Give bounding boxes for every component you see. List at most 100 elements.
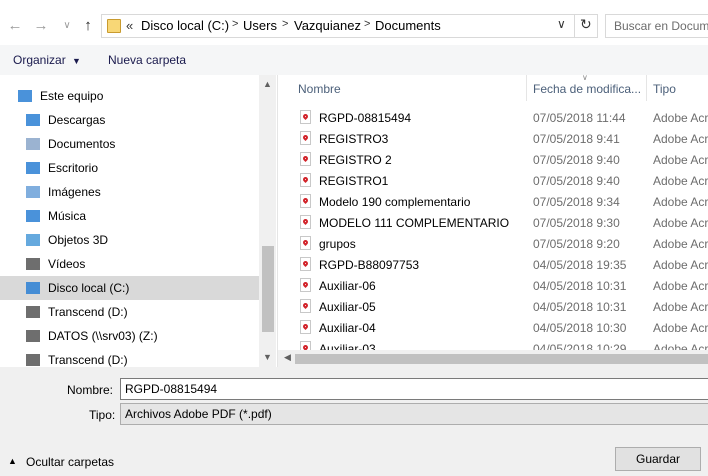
hide-folders-button[interactable]: Ocultar carpetas	[26, 455, 114, 469]
sidebar-item[interactable]: Objetos 3D	[0, 228, 259, 252]
document-icon	[26, 138, 40, 150]
sidebar-item[interactable]: Documentos	[0, 132, 259, 156]
column-separator[interactable]	[526, 75, 527, 101]
network-drive-icon	[26, 330, 40, 342]
file-date: 07/05/2018 9:40	[533, 153, 620, 167]
file-type: Adobe Acr	[653, 132, 708, 146]
column-header-date[interactable]: Fecha de modifica...	[533, 82, 641, 96]
dropdown-icon[interactable]: ∨	[557, 17, 566, 31]
sidebar-item[interactable]: Este equipo	[0, 84, 259, 108]
divider	[574, 15, 575, 37]
column-separator[interactable]	[646, 75, 647, 101]
new-folder-button[interactable]: Nueva carpeta	[108, 53, 186, 67]
download-icon	[26, 114, 40, 126]
file-name: Auxiliar-04	[319, 321, 376, 335]
forward-button[interactable]: →	[30, 14, 52, 38]
caret-down-icon: ▼	[72, 56, 81, 66]
breadcrumb-separator[interactable]: >	[364, 18, 370, 30]
file-row[interactable]: Auxiliar-06 04/05/2018 10:31 Adobe Acr	[278, 275, 708, 296]
sidebar-item[interactable]: Escritorio	[0, 156, 259, 180]
filetype-select[interactable]: Archivos Adobe PDF (*.pdf)	[120, 403, 708, 425]
sidebar-item-label: Documentos	[48, 137, 116, 151]
up-button[interactable]: ↑	[77, 14, 99, 38]
file-date: 04/05/2018 10:30	[533, 321, 627, 335]
sidebar-item[interactable]: Imágenes	[0, 180, 259, 204]
file-name: RGPD-B88097753	[319, 258, 420, 272]
column-header-type[interactable]: Tipo	[653, 82, 676, 96]
file-row[interactable]: Modelo 190 complementario 07/05/2018 9:34…	[278, 191, 708, 212]
overflow-crumbs[interactable]: «	[126, 18, 133, 33]
recent-locations-button[interactable]: ∨	[56, 14, 78, 38]
file-row[interactable]: RGPD-B88097753 04/05/2018 19:35 Adobe Acr	[278, 254, 708, 275]
arrow-left-icon: ←	[7, 17, 23, 34]
file-row[interactable]: grupos 07/05/2018 9:20 Adobe Acr	[278, 233, 708, 254]
file-name: Auxiliar-05	[319, 300, 376, 314]
file-list: Nombre ∨ Fecha de modifica... Tipo RGPD-…	[278, 75, 708, 350]
filetype-label: Tipo:	[89, 408, 116, 422]
nav-scrollbar-thumb[interactable]	[262, 246, 274, 332]
file-row[interactable]: Auxiliar-05 04/05/2018 10:31 Adobe Acr	[278, 296, 708, 317]
caret-up-icon: ▲	[8, 456, 17, 466]
breadcrumb-documents[interactable]: Documents	[375, 18, 441, 33]
video-icon	[26, 258, 40, 270]
breadcrumb-users[interactable]: Users	[243, 18, 277, 33]
sidebar-item[interactable]: Vídeos	[0, 252, 259, 276]
file-row[interactable]: RGPD-08815494 07/05/2018 11:44 Adobe Acr	[278, 107, 708, 128]
breadcrumb-vazquianez[interactable]: Vazquianez	[294, 18, 361, 33]
file-name: REGISTRO1	[319, 174, 389, 188]
music-icon	[26, 210, 40, 222]
file-type: Adobe Acr	[653, 174, 708, 188]
pdf-file-icon	[300, 173, 311, 187]
file-date: 07/05/2018 9:30	[533, 216, 620, 230]
pdf-file-icon	[300, 257, 311, 271]
file-date: 04/05/2018 10:29	[533, 342, 627, 350]
scroll-down-icon[interactable]: ▼	[263, 352, 272, 362]
scroll-left-icon[interactable]: ◀	[284, 352, 291, 363]
file-type: Adobe Acr	[653, 342, 708, 350]
search-input[interactable]: Buscar en Documents	[605, 14, 708, 38]
breadcrumb-separator[interactable]: >	[282, 18, 288, 30]
desktop-icon	[26, 162, 40, 174]
file-type: Adobe Acr	[653, 321, 708, 335]
usb-drive-icon	[26, 306, 40, 318]
pdf-file-icon	[300, 131, 311, 145]
organize-button[interactable]: Organizar ▼	[13, 53, 81, 67]
file-date: 07/05/2018 9:34	[533, 195, 620, 209]
filename-input[interactable]: RGPD-08815494	[120, 378, 708, 400]
sidebar-item[interactable]: Transcend (D:)	[0, 300, 259, 324]
file-list-hscrollbar-thumb[interactable]	[295, 354, 708, 364]
file-row[interactable]: Auxiliar-03 04/05/2018 10:29 Adobe Acr	[278, 338, 708, 350]
address-bar[interactable]: « Disco local (C:) > Users > Vazquianez …	[101, 14, 598, 38]
file-name: grupos	[319, 237, 356, 251]
file-type: Adobe Acr	[653, 279, 708, 293]
sidebar-item-label: Objetos 3D	[48, 233, 109, 247]
navigation-pane: Este equipo Descargas Documentos Escritorio…	[0, 75, 278, 367]
column-header-name[interactable]: Nombre	[298, 82, 341, 96]
breadcrumb-disco-local[interactable]: Disco local (C:)	[141, 18, 229, 33]
file-row[interactable]: MODELO 111 COMPLEMENTARIO 07/05/2018 9:30…	[278, 212, 708, 233]
breadcrumb-separator[interactable]: >	[232, 18, 238, 30]
sidebar-item-label: Disco local (C:)	[48, 281, 130, 295]
arrow-up-icon: ↑	[84, 17, 92, 34]
pdf-file-icon	[300, 341, 311, 350]
refresh-icon[interactable]: ↻	[580, 16, 592, 33]
file-row[interactable]: Auxiliar-04 04/05/2018 10:30 Adobe Acr	[278, 317, 708, 338]
sidebar-item[interactable]: Transcend (D:)	[0, 348, 259, 367]
file-name: Auxiliar-03	[319, 342, 376, 350]
sidebar-item-label: Este equipo	[40, 89, 104, 103]
sidebar-item[interactable]: Disco local (C:)	[0, 276, 259, 300]
back-button[interactable]: ←	[4, 14, 26, 38]
pdf-file-icon	[300, 152, 311, 166]
scroll-up-icon[interactable]: ▲	[263, 79, 272, 89]
sidebar-item[interactable]: Música	[0, 204, 259, 228]
save-button[interactable]: Guardar	[615, 447, 701, 471]
sidebar-item[interactable]: DATOS (\\srv03) (Z:)	[0, 324, 259, 348]
sidebar-item[interactable]: Descargas	[0, 108, 259, 132]
file-row[interactable]: REGISTRO 2 07/05/2018 9:40 Adobe Acr	[278, 149, 708, 170]
folder-icon	[107, 19, 121, 33]
file-type: Adobe Acr	[653, 258, 708, 272]
sidebar-item-label: Imágenes	[48, 185, 101, 199]
file-type: Adobe Acr	[653, 195, 708, 209]
file-row[interactable]: REGISTRO1 07/05/2018 9:40 Adobe Acr	[278, 170, 708, 191]
file-row[interactable]: REGISTRO3 07/05/2018 9:41 Adobe Acr	[278, 128, 708, 149]
